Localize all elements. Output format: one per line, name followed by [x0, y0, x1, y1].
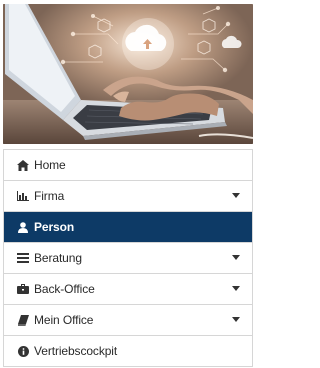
user-icon	[17, 221, 29, 233]
menu-item-vertriebscockpit[interactable]: Vertriebscockpit	[4, 336, 252, 367]
menu-item-label: Firma	[34, 189, 65, 203]
menu-item-label: Vertriebscockpit	[34, 344, 118, 358]
chevron-down-icon[interactable]	[232, 286, 240, 292]
info-icon	[17, 345, 29, 357]
menu-item-home[interactable]: Home	[4, 150, 252, 181]
chevron-down-icon[interactable]	[232, 193, 240, 199]
header-image	[3, 4, 253, 144]
book-icon	[17, 314, 29, 326]
bar-chart-icon	[17, 190, 29, 202]
menu-item-back-office[interactable]: Back-Office	[4, 274, 252, 305]
menu-item-label: Person	[34, 220, 75, 234]
laptop-cloud-illustration	[3, 4, 253, 144]
menu-item-label: Mein Office	[34, 313, 94, 327]
menu-item-label: Back-Office	[34, 282, 95, 296]
main-menu: Home Firma Person Beratung Back-Office M…	[3, 149, 253, 367]
chevron-down-icon[interactable]	[232, 317, 240, 323]
list-icon	[17, 252, 29, 264]
home-icon	[17, 159, 29, 171]
menu-item-beratung[interactable]: Beratung	[4, 243, 252, 274]
chevron-down-icon[interactable]	[232, 255, 240, 261]
menu-item-label: Home	[34, 158, 66, 172]
menu-item-person[interactable]: Person	[4, 212, 252, 243]
menu-item-firma[interactable]: Firma	[4, 181, 252, 212]
menu-item-label: Beratung	[34, 251, 82, 265]
briefcase-icon	[17, 283, 29, 295]
menu-item-mein-office[interactable]: Mein Office	[4, 305, 252, 336]
